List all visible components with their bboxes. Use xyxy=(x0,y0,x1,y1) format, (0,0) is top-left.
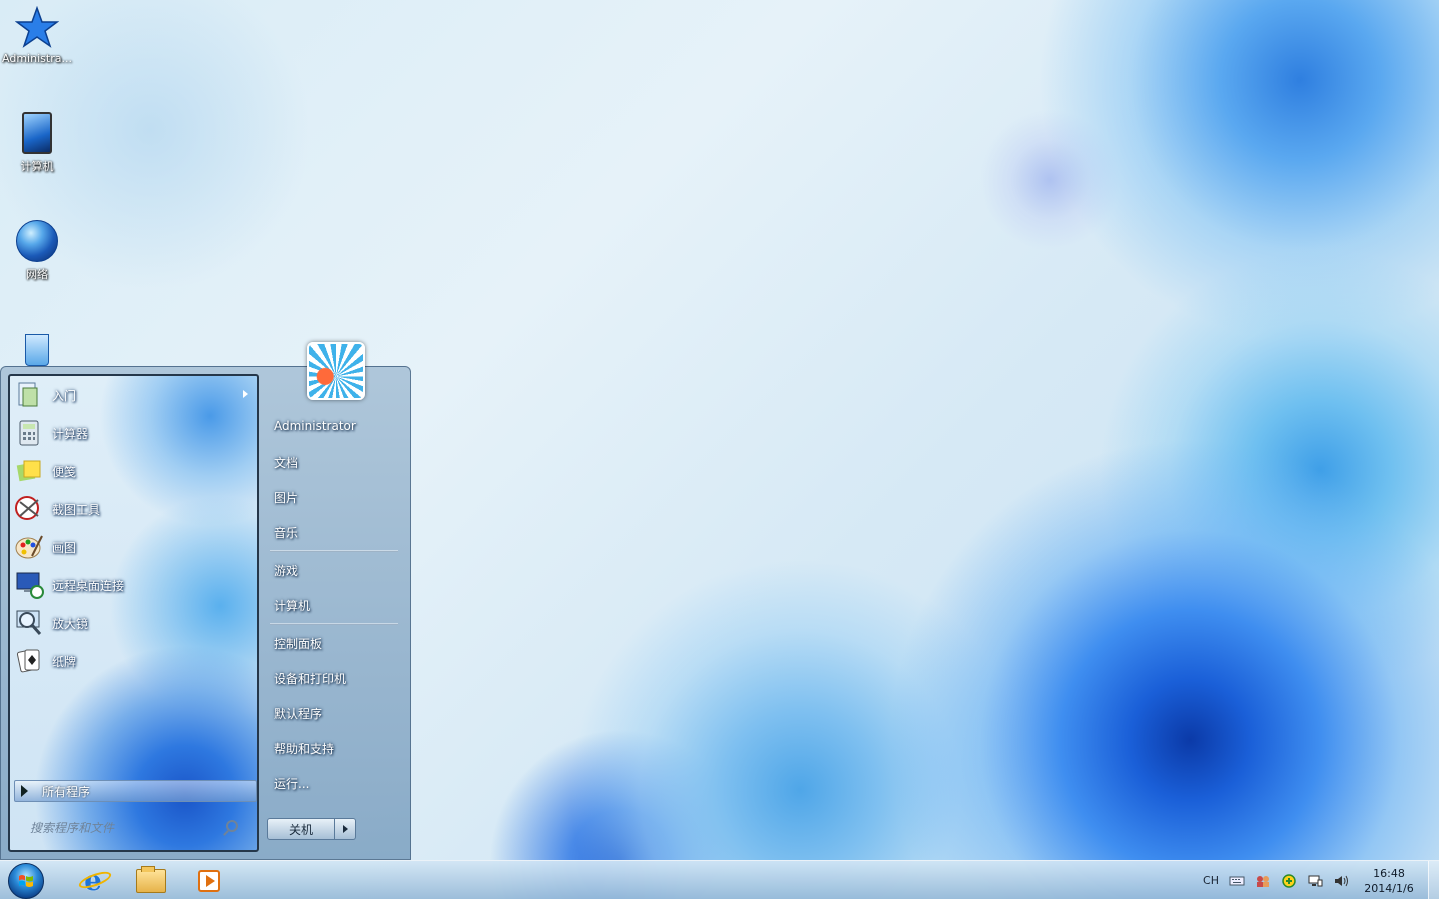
program-item-getting-started[interactable]: 入门 xyxy=(14,378,254,412)
menu-item-help-support[interactable]: 帮助和支持 xyxy=(274,740,334,757)
keyboard-icon[interactable] xyxy=(1229,874,1245,888)
solitaire-icon xyxy=(14,646,44,676)
security-shield-icon[interactable] xyxy=(1281,873,1297,888)
snipping-tool-icon xyxy=(14,494,44,524)
shutdown-options-arrow-icon[interactable] xyxy=(335,818,356,840)
menu-item-default-programs[interactable]: 默认程序 xyxy=(274,705,322,722)
taskbar-internet-explorer[interactable]: e xyxy=(68,863,118,898)
menu-item-run[interactable]: 运行... xyxy=(274,775,309,792)
program-item-label: 便笺 xyxy=(52,464,77,479)
volume-icon[interactable] xyxy=(1333,874,1349,888)
taskbar-windows-explorer[interactable] xyxy=(126,863,176,898)
desktop-icon-label: Administra... xyxy=(2,52,72,65)
network-icon[interactable] xyxy=(1307,874,1323,888)
calculator-icon xyxy=(14,418,44,448)
program-item-magnifier[interactable]: 放大镜 xyxy=(14,606,254,640)
desktop-icon-computer[interactable]: 计算机 xyxy=(0,112,74,174)
play-arrow-icon xyxy=(21,785,28,797)
program-item-calculator[interactable]: 计算器 xyxy=(14,416,254,450)
desktop-icon-label: 计算机 xyxy=(20,160,54,173)
menu-item-documents[interactable]: 文档 xyxy=(274,454,298,471)
menu-item-administrator[interactable]: Administrator xyxy=(274,419,356,433)
desktop-icon-label: 网络 xyxy=(26,268,48,281)
desktop-icon-administrator[interactable]: Administra... xyxy=(0,5,74,65)
program-item-label: 远程桌面连接 xyxy=(52,578,125,593)
paint-icon xyxy=(14,532,44,562)
menu-separator xyxy=(270,623,398,625)
search-icon[interactable] xyxy=(226,820,238,832)
recycle-bin-icon xyxy=(15,334,59,366)
program-item-label: 入门 xyxy=(52,388,77,403)
shutdown-button[interactable]: 关机 xyxy=(267,818,335,840)
program-item-label: 画图 xyxy=(52,540,77,555)
taskbar: e CH 16:48 2014/1/6 xyxy=(0,860,1439,899)
clock[interactable]: 16:48 2014/1/6 xyxy=(1360,866,1418,896)
magnifier-icon xyxy=(14,608,44,638)
search-input[interactable] xyxy=(28,820,222,836)
clock-time: 16:48 xyxy=(1373,866,1405,880)
program-item-snipping-tool[interactable]: 截图工具 xyxy=(14,492,254,526)
show-desktop-button[interactable] xyxy=(1428,861,1439,899)
program-item-remote-desktop[interactable]: 远程桌面连接 xyxy=(14,568,254,602)
program-item-label: 放大镜 xyxy=(52,616,89,631)
start-menu: 入门 计算器 便笺 截图工具 画图 远程桌面连接 放大镜 纸牌 所有程序 搜索程… xyxy=(0,342,411,860)
internet-explorer-icon: e xyxy=(77,864,114,897)
program-item-label: 纸牌 xyxy=(52,654,77,669)
start-button[interactable] xyxy=(8,863,44,899)
user-picture-icon[interactable] xyxy=(307,342,365,400)
sticky-notes-icon xyxy=(14,456,44,486)
media-player-icon xyxy=(198,869,220,892)
program-item-label: 截图工具 xyxy=(52,502,101,517)
people-icon[interactable] xyxy=(1255,874,1271,888)
taskbar-media-player[interactable] xyxy=(184,863,234,898)
clock-date: 2014/1/6 xyxy=(1364,881,1414,895)
submenu-arrow-icon xyxy=(243,390,248,398)
shutdown-control: 关机 xyxy=(267,818,357,840)
language-indicator[interactable]: CH xyxy=(1203,874,1219,887)
remote-desktop-icon xyxy=(14,570,44,600)
program-item-paint[interactable]: 画图 xyxy=(14,530,254,564)
program-item-solitaire[interactable]: 纸牌 xyxy=(14,644,254,678)
menu-item-pictures[interactable]: 图片 xyxy=(274,489,298,506)
program-item-sticky-notes[interactable]: 便笺 xyxy=(14,454,254,488)
menu-item-computer[interactable]: 计算机 xyxy=(274,597,310,614)
program-item-label: 计算器 xyxy=(52,426,89,441)
all-programs-button[interactable]: 所有程序 xyxy=(14,780,257,802)
menu-item-games[interactable]: 游戏 xyxy=(274,562,298,579)
system-tray: CH 16:48 2014/1/6 xyxy=(1198,861,1439,899)
all-programs-label: 所有程序 xyxy=(42,784,91,799)
desktop-icon-recycle-bin[interactable] xyxy=(0,334,74,368)
computer-icon xyxy=(15,112,59,156)
menu-item-control-panel[interactable]: 控制面板 xyxy=(274,635,322,652)
start-search-box[interactable] xyxy=(14,816,252,840)
network-globe-icon xyxy=(15,220,59,264)
desktop-icon-network[interactable]: 网络 xyxy=(0,220,74,282)
menu-item-devices-printers[interactable]: 设备和打印机 xyxy=(274,670,346,687)
star-icon xyxy=(14,5,60,50)
windows-explorer-icon xyxy=(136,865,166,893)
getting-started-icon xyxy=(14,380,44,410)
menu-separator xyxy=(270,550,398,552)
windows-logo-icon xyxy=(19,875,33,887)
menu-item-music[interactable]: 音乐 xyxy=(274,524,298,541)
start-menu-programs-pane: 入门 计算器 便笺 截图工具 画图 远程桌面连接 放大镜 纸牌 所有程序 搜索程… xyxy=(8,374,259,852)
